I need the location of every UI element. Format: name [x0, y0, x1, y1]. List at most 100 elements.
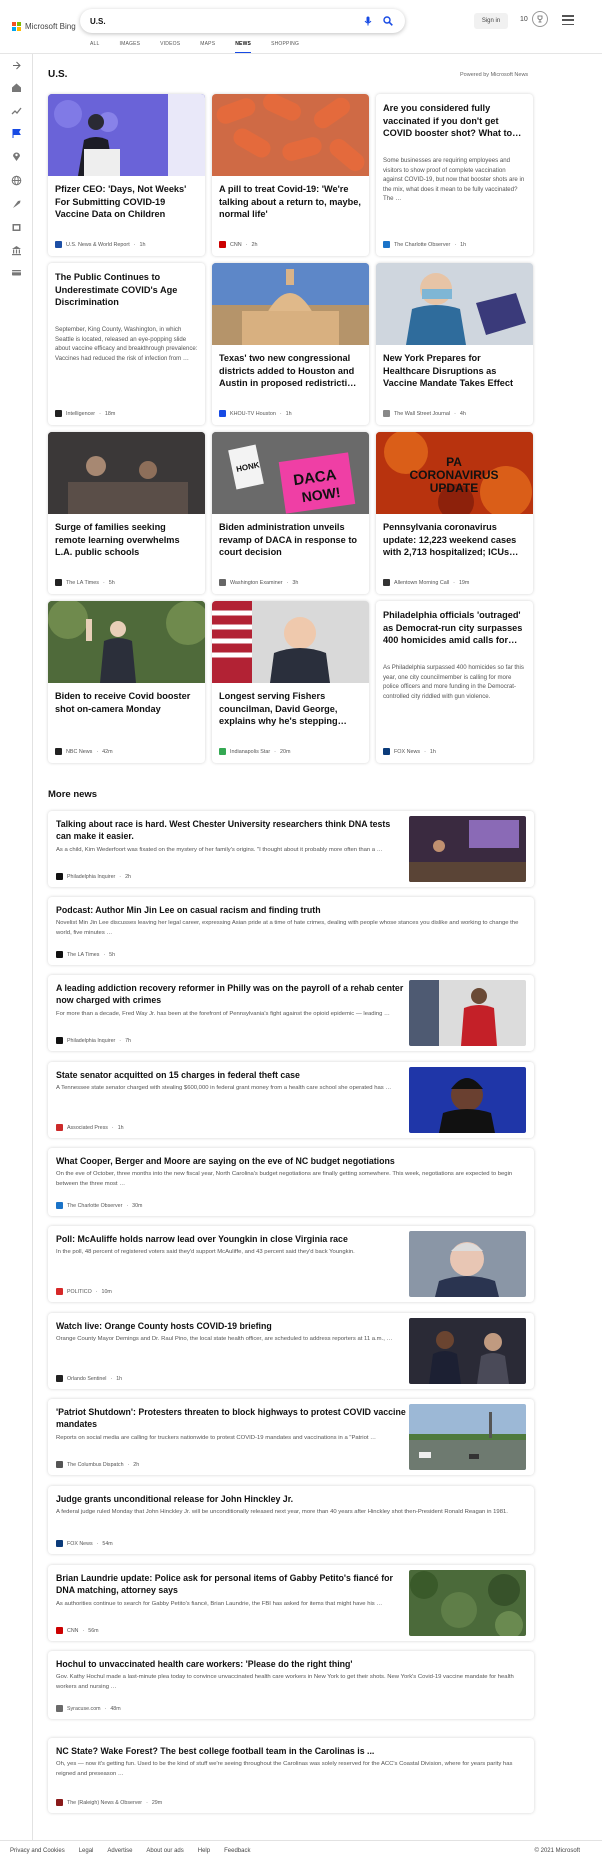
home-icon[interactable] — [11, 82, 22, 93]
more-news-thumbnail[interactable] — [409, 1318, 526, 1384]
news-card-title[interactable]: Biden administration unveils revamp of D… — [219, 521, 362, 559]
more-news-title[interactable]: Talking about race is hard. West Chester… — [56, 818, 406, 843]
flag-icon[interactable] — [11, 128, 22, 139]
news-time: 54m — [102, 1540, 113, 1547]
source-logo-icon — [219, 579, 226, 586]
news-card-title[interactable]: Pfizer CEO: 'Days, Not Weeks' For Submit… — [55, 183, 198, 221]
more-news-title[interactable]: A leading addiction recovery reformer in… — [56, 982, 406, 1007]
more-news-item[interactable]: Hochul to unvaccinated health care worke… — [48, 1651, 534, 1719]
news-card[interactable]: Philadelphia officials 'outraged' as Dem… — [376, 601, 533, 763]
more-news-item[interactable]: State senator acquitted on 15 charges in… — [48, 1062, 534, 1138]
news-card[interactable]: The Public Continues to Underestimate CO… — [48, 263, 205, 425]
search-box[interactable]: U.S. — [80, 9, 405, 33]
source-name: FOX News — [67, 1540, 93, 1547]
rocket-icon[interactable] — [11, 199, 22, 210]
footer-link-legal[interactable]: Legal — [79, 1848, 94, 1854]
sign-in-button[interactable]: Sign in — [474, 13, 508, 29]
more-news-title[interactable]: State senator acquitted on 15 charges in… — [56, 1069, 406, 1081]
finance-icon[interactable] — [11, 245, 22, 256]
brand-name: Microsoft Bing — [25, 21, 76, 31]
more-news-item[interactable]: A leading addiction recovery reformer in… — [48, 975, 534, 1051]
news-card-image[interactable] — [212, 601, 369, 683]
more-news-item[interactable]: What Cooper, Berger and Moore are saying… — [48, 1148, 534, 1216]
news-card-title[interactable]: Texas' two new congressional districts a… — [219, 352, 362, 390]
rewards-trophy-icon[interactable] — [532, 11, 548, 27]
news-card-image[interactable] — [212, 263, 369, 345]
more-news-title[interactable]: 'Patriot Shutdown': Protesters threaten … — [56, 1406, 406, 1431]
more-news-thumbnail[interactable] — [409, 1231, 526, 1297]
tab-videos[interactable]: VIDEOS — [160, 41, 180, 53]
more-news-title[interactable]: Watch live: Orange County hosts COVID-19… — [56, 1320, 406, 1332]
tab-news[interactable]: NEWS — [235, 41, 251, 53]
more-news-thumbnail[interactable] — [409, 1570, 526, 1636]
source-name: The Charlotte Observer — [394, 241, 451, 248]
more-news-title[interactable]: What Cooper, Berger and Moore are saying… — [56, 1155, 524, 1167]
news-card-title[interactable]: Philadelphia officials 'outraged' as Dem… — [383, 609, 526, 647]
more-news-thumbnail[interactable] — [409, 1067, 526, 1133]
trending-icon[interactable] — [11, 105, 22, 116]
news-card-image[interactable] — [48, 94, 205, 176]
more-news-title[interactable]: Hochul to unvaccinated health care worke… — [56, 1658, 524, 1670]
footer-link-advertise[interactable]: Advertise — [107, 1848, 132, 1854]
more-news-title[interactable]: Poll: McAuliffe holds narrow lead over Y… — [56, 1233, 406, 1245]
news-card[interactable]: PA CORONAVIRUS UPDATE Pennsylvania corona… — [376, 432, 533, 594]
news-card[interactable]: Pfizer CEO: 'Days, Not Weeks' For Submit… — [48, 94, 205, 256]
more-news-thumbnail[interactable] — [409, 1404, 526, 1470]
more-news-title[interactable]: Brian Laundrie update: Police ask for pe… — [56, 1572, 406, 1597]
more-news-item[interactable]: Podcast: Author Min Jin Lee on casual ra… — [48, 897, 534, 965]
news-card-image[interactable] — [212, 94, 369, 176]
news-card-title[interactable]: New York Prepares for Healthcare Disrupt… — [383, 352, 526, 390]
more-news-item[interactable]: Talking about race is hard. West Chester… — [48, 811, 534, 887]
money-icon[interactable] — [11, 267, 22, 278]
source-logo-icon — [56, 873, 63, 880]
footer-link-privacy[interactable]: Privacy and Cookies — [10, 1848, 65, 1854]
footer-link-about-ads[interactable]: About our ads — [146, 1848, 183, 1854]
globe-icon[interactable] — [11, 175, 22, 186]
more-news-title[interactable]: Podcast: Author Min Jin Lee on casual ra… — [56, 904, 524, 916]
tab-shopping[interactable]: SHOPPING — [271, 41, 299, 53]
news-card-title[interactable]: A pill to treat Covid-19: 'We're talking… — [219, 183, 362, 221]
news-card-title[interactable]: Surge of families seeking remote learnin… — [55, 521, 198, 559]
hamburger-menu-icon[interactable] — [562, 15, 574, 25]
news-card[interactable]: Texas' two new congressional districts a… — [212, 263, 369, 425]
news-card-title[interactable]: The Public Continues to Underestimate CO… — [55, 271, 198, 309]
search-icon[interactable] — [381, 14, 395, 28]
news-card-image[interactable] — [48, 432, 205, 514]
news-card[interactable]: Biden to receive Covid booster shot on-c… — [48, 601, 205, 763]
news-card-title[interactable]: Are you considered fully vaccinated if y… — [383, 102, 526, 140]
rewards-count[interactable]: 10 — [520, 16, 528, 23]
more-news-item[interactable]: 'Patriot Shutdown': Protesters threaten … — [48, 1399, 534, 1475]
news-card-image[interactable]: HONK DACA NOW! — [212, 432, 369, 514]
location-icon[interactable] — [11, 151, 22, 162]
microphone-icon[interactable] — [361, 14, 375, 28]
more-news-title[interactable]: Judge grants unconditional release for J… — [56, 1493, 524, 1505]
search-input[interactable]: U.S. — [90, 17, 355, 26]
news-card[interactable]: A pill to treat Covid-19: 'We're talking… — [212, 94, 369, 256]
more-news-item[interactable]: Brian Laundrie update: Police ask for pe… — [48, 1565, 534, 1641]
more-news-title[interactable]: NC State? Wake Forest? The best college … — [56, 1745, 524, 1757]
news-card[interactable]: Are you considered fully vaccinated if y… — [376, 94, 533, 256]
news-card[interactable]: New York Prepares for Healthcare Disrupt… — [376, 263, 533, 425]
collapse-arrow-icon[interactable] — [11, 60, 22, 71]
footer-link-feedback[interactable]: Feedback — [224, 1848, 250, 1854]
bing-logo[interactable]: Microsoft Bing — [12, 21, 77, 31]
news-card-title[interactable]: Biden to receive Covid booster shot on-c… — [55, 690, 198, 715]
more-news-item[interactable]: NC State? Wake Forest? The best college … — [48, 1738, 534, 1813]
tab-images[interactable]: IMAGES — [120, 41, 141, 53]
footer-link-help[interactable]: Help — [198, 1848, 210, 1854]
more-news-item[interactable]: Poll: McAuliffe holds narrow lead over Y… — [48, 1226, 534, 1302]
news-card[interactable]: Surge of families seeking remote learnin… — [48, 432, 205, 594]
news-card[interactable]: HONK DACA NOW! Biden administration unveils… — [212, 432, 369, 594]
news-card-image[interactable] — [376, 263, 533, 345]
tab-maps[interactable]: MAPS — [200, 41, 215, 53]
tab-all[interactable]: ALL — [90, 41, 100, 53]
news-card[interactable]: Longest serving Fishers councilman, Davi… — [212, 601, 369, 763]
entertainment-icon[interactable] — [11, 222, 22, 233]
news-card-image[interactable] — [48, 601, 205, 683]
more-news-thumbnail[interactable] — [409, 816, 526, 882]
more-news-item[interactable]: Judge grants unconditional release for J… — [48, 1486, 534, 1554]
more-news-item[interactable]: Watch live: Orange County hosts COVID-19… — [48, 1313, 534, 1389]
news-card-title[interactable]: Longest serving Fishers councilman, Davi… — [219, 690, 362, 728]
news-card-title[interactable]: Pennsylvania coronavirus update: 12,223 … — [383, 521, 526, 559]
more-news-thumbnail[interactable] — [409, 980, 526, 1046]
